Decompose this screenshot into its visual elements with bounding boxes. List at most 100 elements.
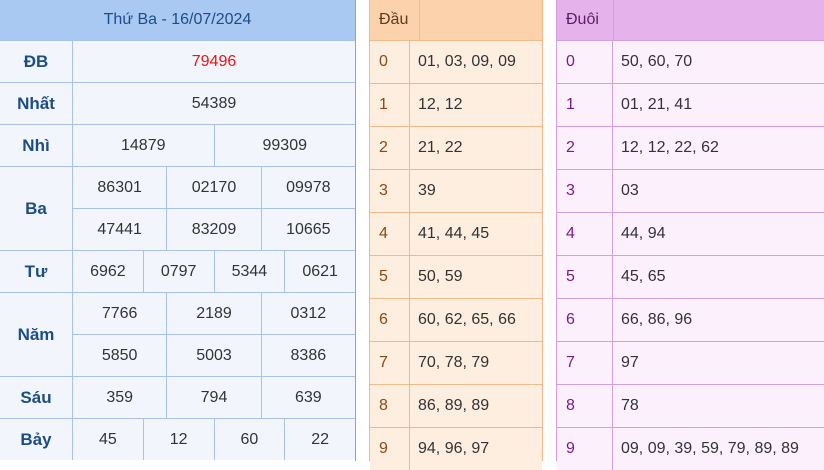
duoi-numbers: 78 xyxy=(621,397,639,414)
dau-row: 3 39 xyxy=(370,169,542,212)
dau-row: 1 12, 12 xyxy=(370,83,542,126)
prize-label: Năm xyxy=(0,293,73,376)
duoi-row: 9 09, 09, 39, 59, 79, 89, 89 xyxy=(557,427,824,470)
results-body: ĐB 79496 Nhất 54389 Nhì 14879 99309 Ba 86301 0217… xyxy=(0,40,355,460)
duoi-header-values xyxy=(614,0,824,40)
duoi-digit: 4 xyxy=(557,213,613,255)
results-table: Thứ Ba - 16/07/2024 ĐB 79496 Nhất 54389 Nhì 1… xyxy=(0,0,356,461)
prize-number: 639 xyxy=(260,377,355,418)
results-title: Thứ Ba - 16/07/2024 xyxy=(103,11,252,28)
duoi-row: 4 44, 94 xyxy=(557,212,824,255)
prize-values: 359 794 639 xyxy=(73,377,355,418)
duoi-digit: 9 xyxy=(557,428,613,470)
duoi-digit: 1 xyxy=(557,84,613,126)
duoi-numbers: 44, 94 xyxy=(621,225,666,242)
prize-number: 60 xyxy=(213,419,285,460)
dau-numbers: 94, 96, 97 xyxy=(418,440,490,457)
prize-row: Tư 6962 0797 5344 0621 xyxy=(0,250,355,292)
dau-numbers: 41, 44, 45 xyxy=(418,225,490,242)
prize-row: Sáu 359 794 639 xyxy=(0,376,355,418)
dau-digit: 6 xyxy=(370,299,410,341)
dau-body: 0 01, 03, 09, 09 1 12, 12 2 21, 22 3 39 4 41, 44,… xyxy=(370,40,542,470)
dau-numbers: 70, 78, 79 xyxy=(418,354,490,371)
duoi-numbers: 01, 21, 41 xyxy=(621,96,693,113)
prize-number: 359 xyxy=(106,388,134,406)
dau-numbers: 21, 22 xyxy=(418,139,463,156)
prize-values: 6962 0797 5344 0621 xyxy=(73,251,355,292)
prize-line: 6962 0797 5344 0621 xyxy=(73,251,355,292)
prize-line: 86301 02170 09978 xyxy=(73,167,355,208)
duoi-digit: 5 xyxy=(557,256,613,298)
dau-row: 2 21, 22 xyxy=(370,126,542,169)
duoi-table: Đuôi 0 50, 60, 70 1 01, 21, 41 2 12, 12, 22, … xyxy=(556,0,824,470)
dau-digit: 2 xyxy=(370,127,410,169)
prize-line: 45 12 60 22 xyxy=(73,419,355,460)
prize-number: 10665 xyxy=(260,209,355,250)
prize-number: 5003 xyxy=(166,335,260,376)
prize-line: 14879 99309 xyxy=(73,125,355,166)
duoi-row: 3 03 xyxy=(557,169,824,212)
dau-numbers: 12, 12 xyxy=(418,96,463,113)
prize-row: Ba 86301 02170 09978 47441 83209 10665 xyxy=(0,166,355,250)
dau-digit: 4 xyxy=(370,213,410,255)
prize-number: 02170 xyxy=(166,167,260,208)
dau-row: 8 86, 89, 89 xyxy=(370,384,542,427)
prize-values: 86301 02170 09978 47441 83209 10665 xyxy=(73,167,355,250)
duoi-numbers: 50, 60, 70 xyxy=(621,53,693,70)
prize-number: 5344 xyxy=(213,251,285,292)
duoi-digit: 6 xyxy=(557,299,613,341)
prize-number: 6962 xyxy=(90,262,126,280)
prize-label: Bảy xyxy=(0,419,73,460)
duoi-digit: 0 xyxy=(557,41,613,83)
prize-number: 794 xyxy=(166,377,260,418)
prize-number: 2189 xyxy=(166,293,260,334)
prize-number: 14879 xyxy=(121,136,166,154)
duoi-numbers: 03 xyxy=(621,182,639,199)
prize-label: ĐB xyxy=(0,41,73,82)
dau-header: Đầu xyxy=(370,0,542,40)
prize-number: 54389 xyxy=(191,94,237,112)
duoi-row: 1 01, 21, 41 xyxy=(557,83,824,126)
duoi-digit: 8 xyxy=(557,385,613,427)
prize-line: 47441 83209 10665 xyxy=(73,208,355,250)
duoi-numbers: 97 xyxy=(621,354,639,371)
prize-label: Nhì xyxy=(0,125,73,166)
prize-number: 0797 xyxy=(142,251,214,292)
duoi-row: 7 97 xyxy=(557,341,824,384)
duoi-header-label: Đuôi xyxy=(557,0,614,40)
prize-number: 5850 xyxy=(101,346,138,364)
special-prize-number: 79496 xyxy=(191,52,237,70)
duoi-numbers: 66, 86, 96 xyxy=(621,311,693,328)
prize-line: 7766 2189 0312 xyxy=(73,293,355,334)
duoi-row: 0 50, 60, 70 xyxy=(557,40,824,83)
duoi-body: 0 50, 60, 70 1 01, 21, 41 2 12, 12, 22, 62 3 03… xyxy=(557,40,824,470)
dau-numbers: 60, 62, 65, 66 xyxy=(418,311,516,328)
dau-digit: 5 xyxy=(370,256,410,298)
prize-number: 0621 xyxy=(284,251,355,292)
duoi-row: 6 66, 86, 96 xyxy=(557,298,824,341)
duoi-digit: 3 xyxy=(557,170,613,212)
prize-row: ĐB 79496 xyxy=(0,40,355,82)
results-date-header: Thứ Ba - 16/07/2024 xyxy=(0,0,355,40)
prize-number: 7766 xyxy=(101,304,138,322)
dau-digit: 7 xyxy=(370,342,410,384)
prize-line: 359 794 639 xyxy=(73,377,355,418)
prize-number: 86301 xyxy=(97,178,142,196)
prize-line: 79496 xyxy=(73,41,355,82)
dau-numbers: 39 xyxy=(418,182,436,199)
prize-line: 5850 5003 8386 xyxy=(73,334,355,376)
dau-digit: 9 xyxy=(370,428,410,470)
prize-line: 54389 xyxy=(73,83,355,124)
duoi-numbers: 12, 12, 22, 62 xyxy=(621,139,719,156)
duoi-digit: 7 xyxy=(557,342,613,384)
duoi-numbers: 09, 09, 39, 59, 79, 89, 89 xyxy=(621,440,799,457)
dau-row: 9 94, 96, 97 xyxy=(370,427,542,470)
duoi-row: 2 12, 12, 22, 62 xyxy=(557,126,824,169)
dau-digit: 1 xyxy=(370,84,410,126)
prize-label: Nhất xyxy=(0,83,73,124)
dau-numbers: 86, 89, 89 xyxy=(418,397,490,414)
prize-row: Bảy 45 12 60 22 xyxy=(0,418,355,460)
prize-label: Sáu xyxy=(0,377,73,418)
dau-header-label: Đầu xyxy=(370,0,420,40)
prize-number: 45 xyxy=(98,430,117,448)
